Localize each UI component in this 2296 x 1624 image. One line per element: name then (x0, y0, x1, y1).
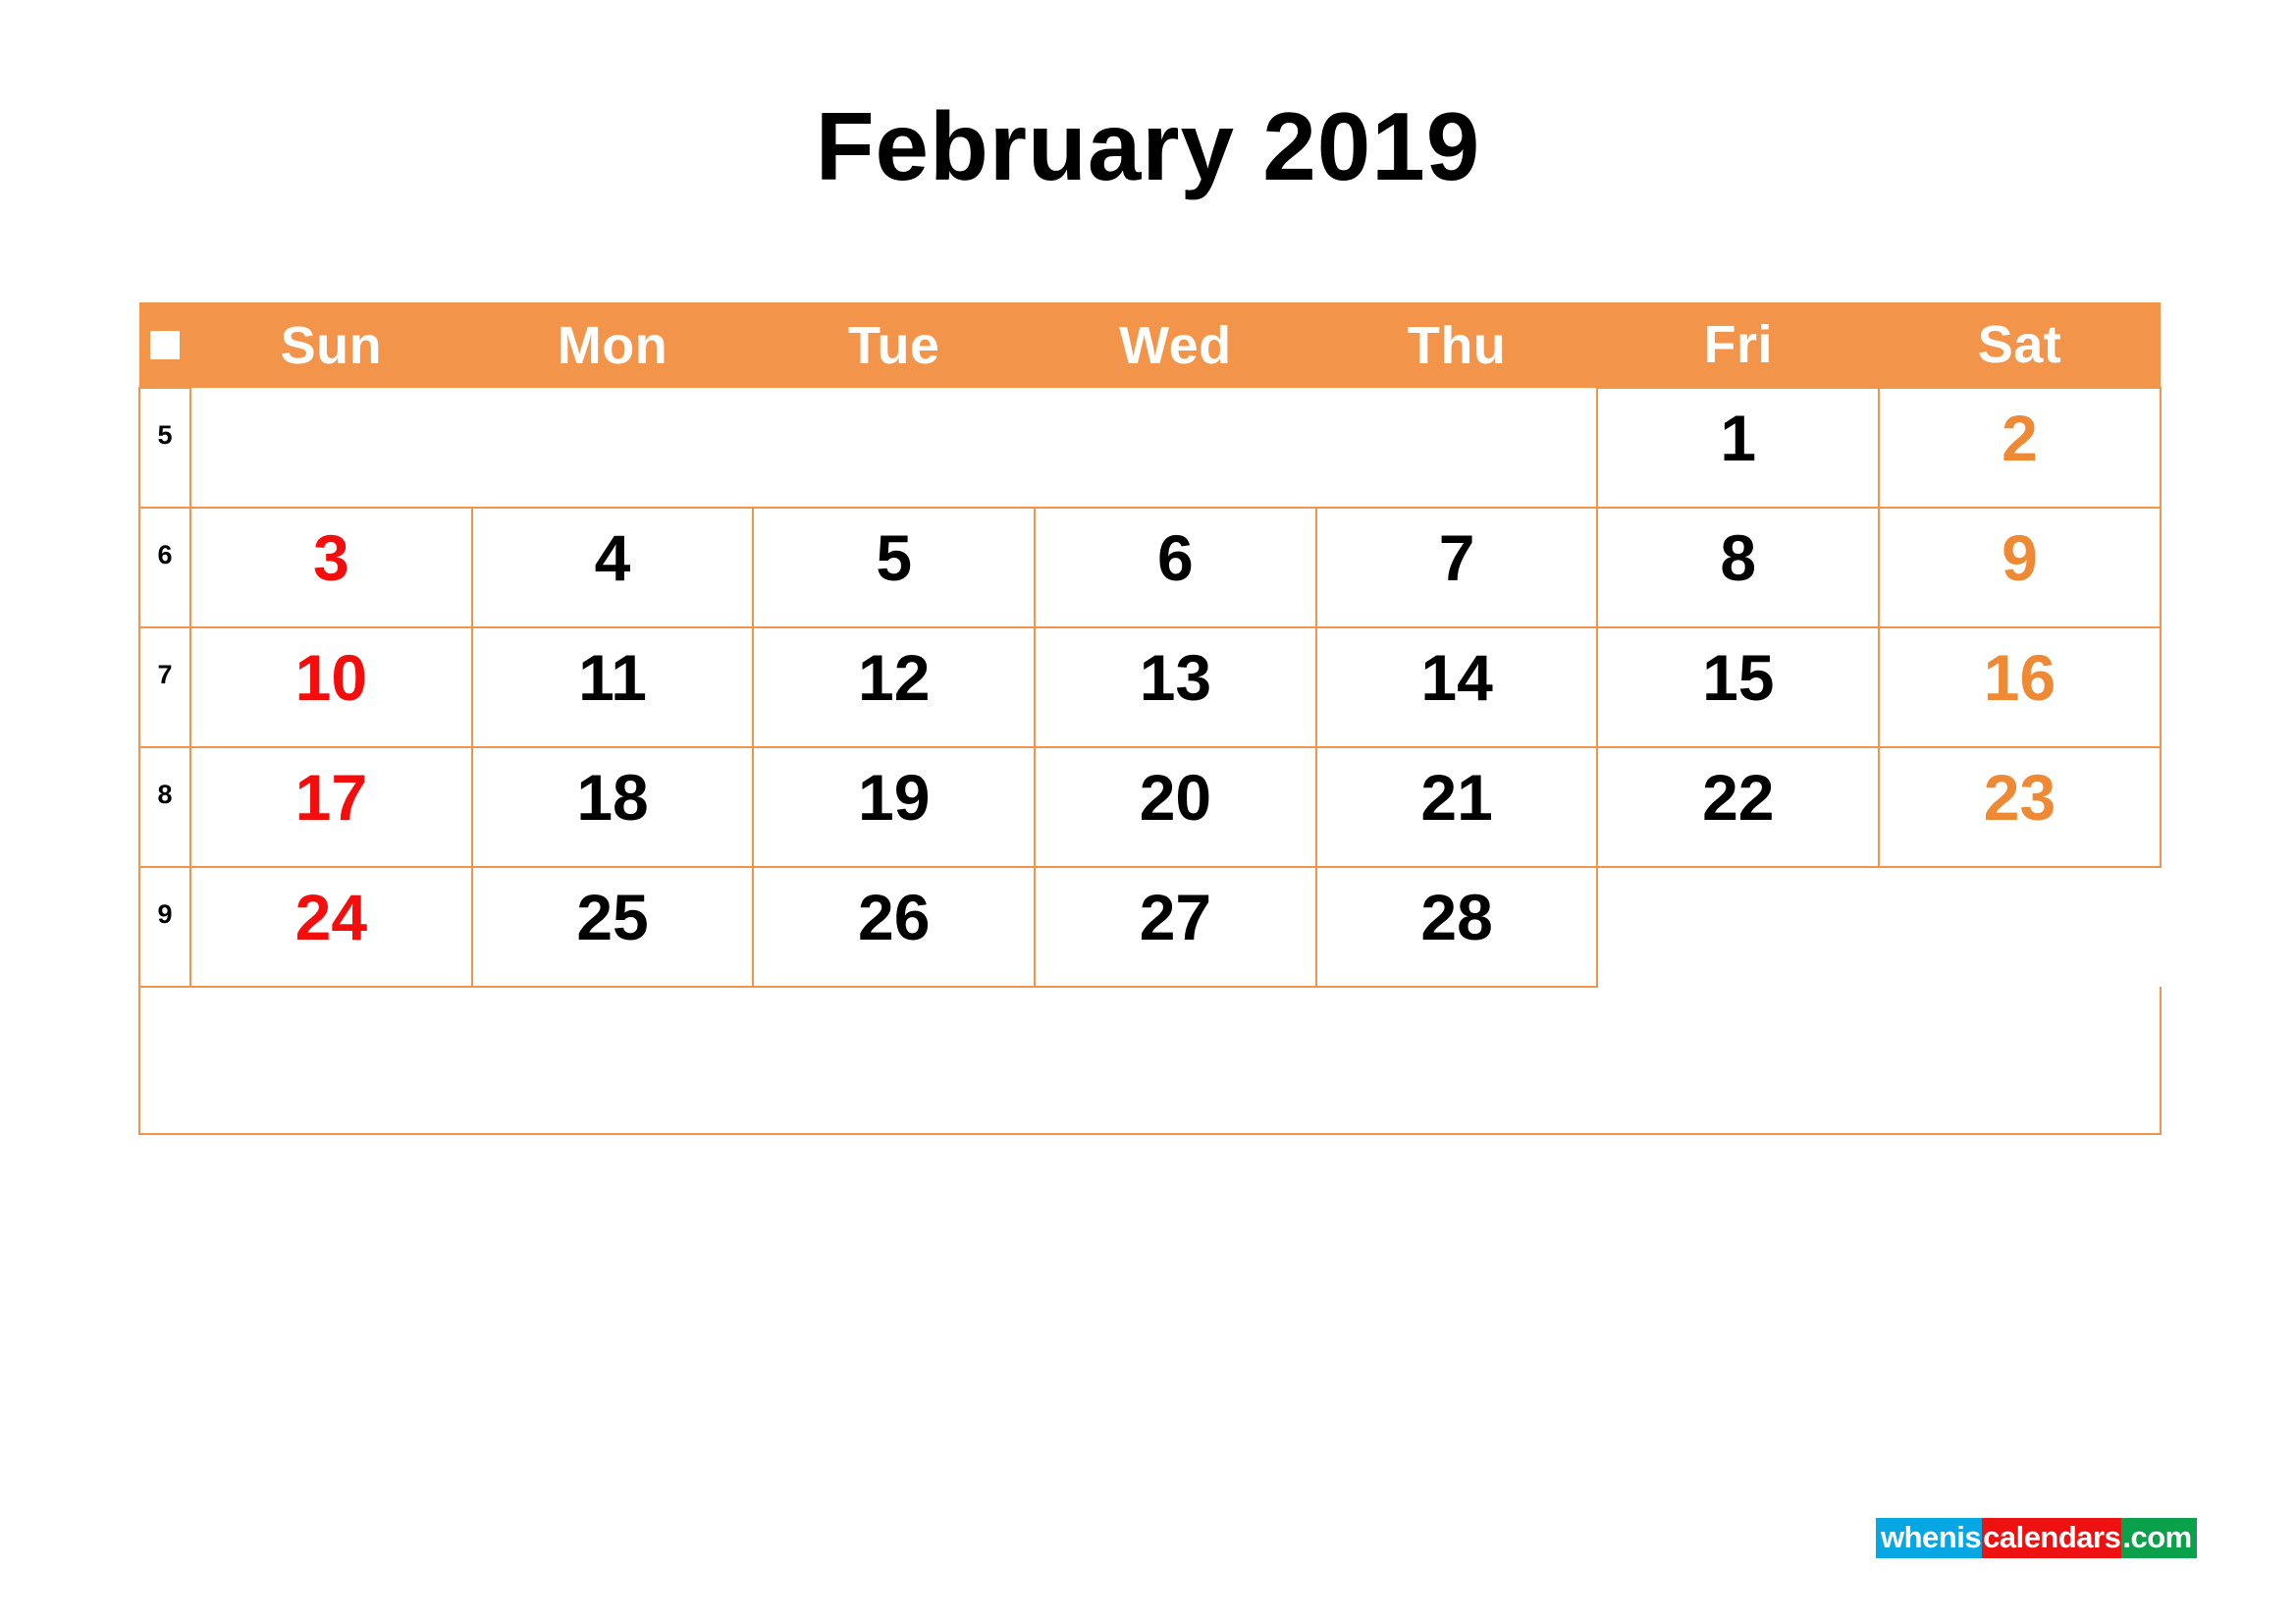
day-number: 14 (1420, 641, 1493, 714)
day-number: 17 (294, 761, 368, 834)
logo-part-whenis: whenis (1876, 1518, 1983, 1558)
day-number: 12 (858, 641, 931, 714)
logo-part-com: .com (2121, 1518, 2197, 1558)
calendar-day-cell[interactable]: 27 (1034, 866, 1317, 988)
calendar-day-cell[interactable]: 23 (1878, 746, 2162, 868)
calendar-body: 5 1 2 6 3 4 5 6 7 8 9 7 10 11 12 13 14 15 16 8 17 18 19 20 21 22 2… (138, 387, 2162, 1135)
calendar-header-row: Sun Mon Tue Wed Thu Fri Sat (139, 302, 2161, 388)
calendar-day-cell[interactable]: 12 (752, 626, 1037, 748)
day-number: 11 (578, 641, 647, 714)
page-title: February 2019 (815, 92, 1481, 200)
week-number-label: 5 (157, 420, 173, 450)
calendar-day-cell[interactable]: 21 (1314, 746, 1599, 868)
calendar-notes-cell[interactable] (138, 987, 2162, 1135)
calendar-day-cell[interactable]: 3 (189, 507, 473, 628)
day-number: 24 (294, 881, 368, 953)
calendar-day-cell[interactable]: 4 (470, 507, 755, 628)
day-number: 19 (858, 761, 931, 834)
calendar-day-cell[interactable]: 22 (1596, 746, 1881, 868)
day-number: 1 (1720, 402, 1757, 474)
calendar-day-cell[interactable]: 15 (1596, 626, 1881, 748)
week-number-label: 9 (157, 899, 173, 929)
day-number: 7 (1438, 521, 1475, 594)
watermark-logo[interactable]: whenis calendars .com (1876, 1518, 2197, 1558)
calendar-empty-cell (1315, 388, 1598, 509)
calendar-empty-cell (1879, 867, 2161, 987)
day-header-wed: Wed (1035, 302, 1316, 388)
calendar-empty-cell (1035, 388, 1316, 509)
calendar-day-cell[interactable]: 19 (752, 746, 1037, 868)
day-number: 23 (1983, 761, 2056, 834)
calendar-day-cell[interactable]: 28 (1314, 866, 1599, 988)
day-number: 20 (1139, 761, 1212, 834)
day-number: 27 (1139, 881, 1212, 953)
day-number: 26 (858, 881, 931, 953)
calendar-week-row: 7 10 11 12 13 14 15 16 (138, 626, 2162, 748)
calendar-notes-row (138, 987, 2162, 1135)
calendar-day-cell[interactable]: 13 (1034, 626, 1317, 748)
calendar-empty-cell (753, 388, 1036, 509)
day-header-tue: Tue (753, 302, 1036, 388)
logo-part-calendars: calendars (1982, 1518, 2122, 1558)
day-number: 8 (1720, 521, 1757, 594)
week-number-cell: 8 (138, 746, 191, 868)
calendar-day-cell[interactable]: 26 (752, 866, 1037, 988)
calendar-day-cell[interactable]: 9 (1878, 507, 2162, 628)
day-number: 4 (594, 521, 631, 594)
day-number: 6 (1157, 521, 1194, 594)
calendar-day-cell[interactable]: 18 (470, 746, 755, 868)
day-number: 10 (294, 641, 368, 714)
day-number: 18 (576, 761, 649, 834)
day-header-mon: Mon (471, 302, 754, 388)
day-header-thu: Thu (1315, 302, 1598, 388)
calendar-day-cell[interactable]: 10 (189, 626, 473, 748)
day-number: 28 (1420, 881, 1493, 953)
day-header-sat: Sat (1879, 302, 2161, 388)
calendar-day-cell[interactable]: 14 (1314, 626, 1599, 748)
week-number-cell: 7 (138, 626, 191, 748)
week-number-label: 7 (157, 660, 173, 689)
day-number: 22 (1702, 761, 1775, 834)
day-header-sun: Sun (190, 302, 472, 388)
day-number: 9 (2002, 521, 2038, 594)
calendar-day-cell[interactable]: 7 (1314, 507, 1599, 628)
calendar-day-cell[interactable]: 24 (189, 866, 473, 988)
day-header-fri: Fri (1597, 302, 1880, 388)
calendar-day-cell[interactable]: 8 (1596, 507, 1881, 628)
calendar-day-cell[interactable]: 25 (470, 866, 755, 988)
calendar-empty-cell (1597, 867, 1880, 987)
week-number-cell: 5 (138, 387, 191, 509)
day-number: 21 (1420, 761, 1493, 834)
calendar-empty-cell (471, 388, 754, 509)
calendar-table: Sun Mon Tue Wed Thu Fri Sat 512634567897… (138, 302, 2162, 1135)
day-number: 16 (1983, 641, 2056, 714)
day-number: 3 (312, 521, 349, 594)
week-number-cell: 9 (138, 866, 191, 988)
calendar-day-cell[interactable]: 2 (1878, 387, 2162, 509)
white-square-icon (150, 331, 180, 360)
calendar-week-row: 6 3 4 5 6 7 8 9 (138, 507, 2162, 628)
week-number-cell: 6 (138, 507, 191, 628)
calendar-day-cell[interactable]: 5 (752, 507, 1037, 628)
calendar-week-row: 9 24 25 26 27 28 (138, 866, 2161, 988)
calendar-day-cell[interactable]: 1 (1596, 387, 1881, 509)
calendar-week-row: 5 1 2 (138, 387, 2162, 509)
day-number: 13 (1139, 641, 1212, 714)
calendar-day-cell[interactable]: 11 (470, 626, 755, 748)
week-number-label: 6 (157, 540, 173, 569)
day-number: 15 (1702, 641, 1775, 714)
calendar-day-cell[interactable]: 16 (1878, 626, 2162, 748)
calendar-day-cell[interactable]: 17 (189, 746, 473, 868)
week-number-label: 8 (157, 780, 173, 809)
day-number: 25 (576, 881, 649, 953)
calendar-day-cell[interactable]: 6 (1034, 507, 1317, 628)
calendar-week-row: 8 17 18 19 20 21 22 23 (138, 746, 2162, 868)
week-number-header (139, 302, 190, 388)
calendar-empty-cell (190, 388, 472, 509)
calendar-day-cell[interactable]: 20 (1034, 746, 1317, 868)
day-number: 5 (876, 521, 913, 594)
day-number: 2 (2002, 402, 2038, 474)
